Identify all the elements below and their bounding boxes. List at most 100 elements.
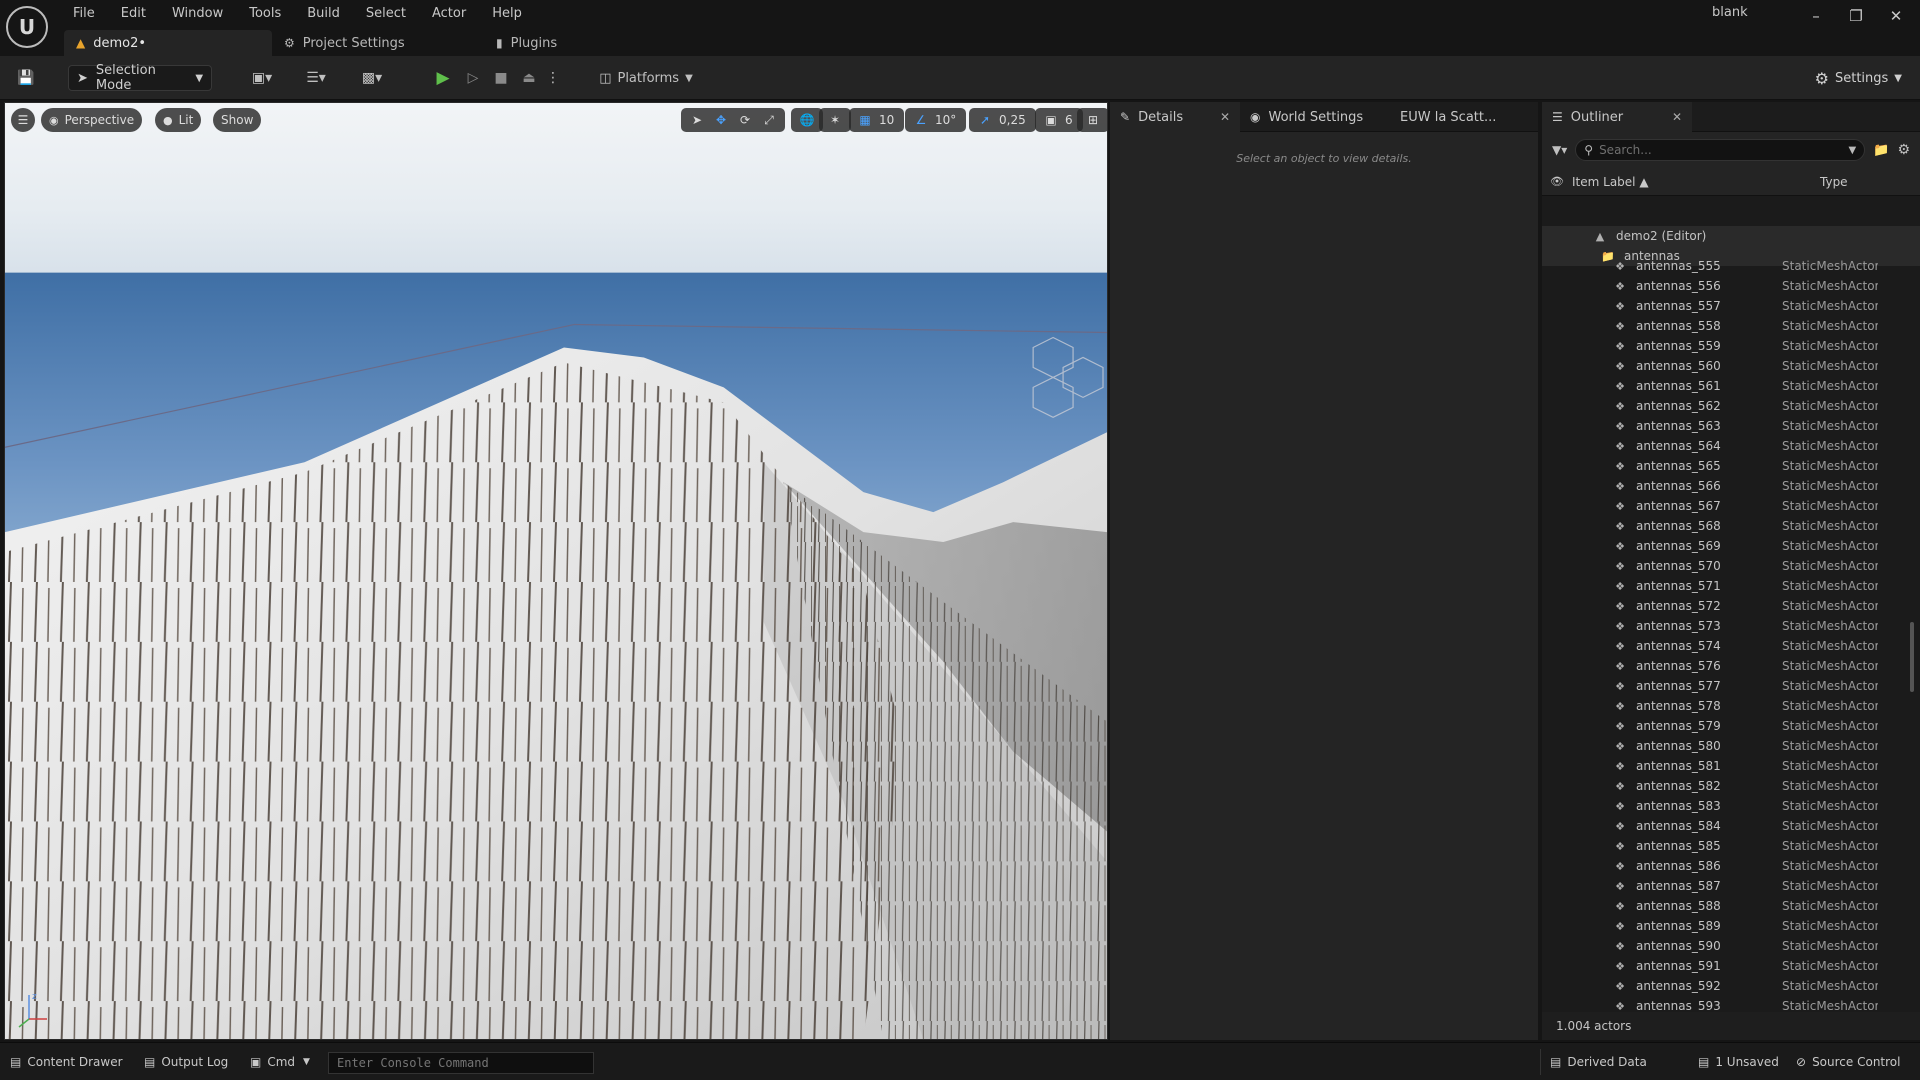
tree-row-actor[interactable]: ❖ antennas_592 StaticMeshActor — [1542, 976, 1920, 996]
perspective-button[interactable]: ◉ Perspective — [41, 108, 143, 132]
console-command-input[interactable] — [328, 1052, 594, 1074]
tree-row-actor[interactable]: ❖ antennas_581 StaticMeshActor — [1542, 756, 1920, 776]
content-drawer-button[interactable]: ▤ Content Drawer — [10, 1050, 123, 1074]
play-icon[interactable]: ▶ — [430, 64, 456, 92]
step-icon[interactable]: ▷ — [460, 64, 486, 92]
tab-level[interactable]: ▲ demo2• — [64, 30, 272, 56]
tree-row-actor[interactable]: ❖ antennas_583 StaticMeshActor — [1542, 796, 1920, 816]
visibility-eye-icon[interactable]: 👁 — [1542, 175, 1572, 188]
level-viewport[interactable]: ☰ ◉ Perspective ● Lit Show ➤ ✥ ⟳ ⤢ 🌐 ✶ ▦… — [4, 102, 1108, 1040]
tree-row-actor[interactable]: ❖ antennas_569 StaticMeshActor — [1542, 536, 1920, 556]
tree-row-actor[interactable]: ❖ antennas_564 StaticMeshActor — [1542, 436, 1920, 456]
camera-speed-control[interactable]: ▣ 6 — [1035, 108, 1083, 132]
tab-outliner[interactable]: ☰ Outliner ✕ — [1542, 102, 1692, 132]
search-chevron-icon[interactable]: ▼ — [1849, 145, 1857, 156]
tree-row-actor[interactable]: ❖ antennas_555 StaticMeshActor — [1542, 256, 1920, 276]
tree-row-actor[interactable]: ❖ antennas_556 StaticMeshActor — [1542, 276, 1920, 296]
tree-row-actor[interactable]: ❖ antennas_559 StaticMeshActor — [1542, 336, 1920, 356]
selection-mode-dropdown[interactable]: ➤ Selection Mode ▼ — [68, 63, 212, 93]
tree-row-actor[interactable]: ❖ antennas_566 StaticMeshActor — [1542, 476, 1920, 496]
tab-plugins[interactable]: ▮ Plugins — [484, 30, 569, 56]
rotate-tool-icon[interactable]: ⟳ — [733, 113, 757, 127]
tree-row-actor[interactable]: ❖ antennas_574 StaticMeshActor — [1542, 636, 1920, 656]
tree-row-actor[interactable]: ❖ antennas_578 StaticMeshActor — [1542, 696, 1920, 716]
select-tool-icon[interactable]: ➤ — [685, 113, 709, 127]
tree-row-actor[interactable]: ❖ antennas_557 StaticMeshActor — [1542, 296, 1920, 316]
menu-select[interactable]: Select — [353, 6, 419, 21]
grid-snap-control[interactable]: ▦ 10 — [849, 108, 905, 132]
add-actor-icon[interactable]: ▣▾ — [242, 64, 282, 92]
filter-icon[interactable]: ▼▾ — [1552, 143, 1567, 157]
source-control-button[interactable]: ⊘ Source Control — [1796, 1050, 1900, 1074]
viewport-menu-icon[interactable]: ☰ — [11, 108, 35, 132]
tree-row-actor[interactable]: ❖ antennas_577 StaticMeshActor — [1542, 676, 1920, 696]
close-window-icon[interactable]: ✕ — [1876, 2, 1916, 30]
output-log-button[interactable]: ▤ Output Log — [144, 1050, 228, 1074]
menu-edit[interactable]: Edit — [108, 6, 159, 21]
tree-row-actor[interactable]: ❖ antennas_580 StaticMeshActor — [1542, 736, 1920, 756]
layout-toggle[interactable]: ⊞ — [1077, 108, 1107, 132]
tree-row-actor[interactable]: ❖ antennas_588 StaticMeshActor — [1542, 896, 1920, 916]
rotation-snap-control[interactable]: ∠ 10° — [905, 108, 967, 132]
menu-build[interactable]: Build — [294, 6, 353, 21]
tree-row-actor[interactable]: ❖ antennas_579 StaticMeshActor — [1542, 716, 1920, 736]
tree-row-actor[interactable]: ❖ antennas_568 StaticMeshActor — [1542, 516, 1920, 536]
menu-tools[interactable]: Tools — [236, 6, 294, 21]
tree-row-actor[interactable]: ❖ antennas_573 StaticMeshActor — [1542, 616, 1920, 636]
tree-row-actor[interactable]: ❖ antennas_576 StaticMeshActor — [1542, 656, 1920, 676]
translate-tool-icon[interactable]: ✥ — [709, 113, 733, 127]
close-details-icon[interactable]: ✕ — [1220, 110, 1230, 124]
tree-row-actor[interactable]: ❖ antennas_561 StaticMeshActor — [1542, 376, 1920, 396]
tree-row-actor[interactable]: ❖ antennas_571 StaticMeshActor — [1542, 576, 1920, 596]
tree-row-actor[interactable]: ❖ antennas_589 StaticMeshActor — [1542, 916, 1920, 936]
outliner-search-input[interactable]: ⚲ Search... ▼ — [1575, 139, 1866, 161]
tab-world-settings[interactable]: ◉ World Settings — [1240, 102, 1390, 132]
tree-row-actor[interactable]: ❖ antennas_584 StaticMeshActor — [1542, 816, 1920, 836]
cmd-dropdown[interactable]: ▣ Cmd ▼ — [250, 1050, 310, 1074]
minimize-icon[interactable]: – — [1796, 2, 1836, 30]
scale-snap-control[interactable]: ➚ 0,25 — [969, 108, 1036, 132]
menu-actor[interactable]: Actor — [419, 6, 479, 21]
tab-details[interactable]: ✎ Details ✕ — [1110, 102, 1240, 132]
tree-row-actor[interactable]: ❖ antennas_582 StaticMeshActor — [1542, 776, 1920, 796]
tree-row-actor[interactable]: ❖ antennas_560 StaticMeshActor — [1542, 356, 1920, 376]
tree-row-actor[interactable]: ❖ antennas_590 StaticMeshActor — [1542, 936, 1920, 956]
outliner-settings-icon[interactable]: ⚙ — [1897, 142, 1910, 158]
tree-row-actor[interactable]: ❖ antennas_558 StaticMeshActor — [1542, 316, 1920, 336]
menu-help[interactable]: Help — [479, 6, 535, 21]
tree-row-actor[interactable]: ❖ antennas_591 StaticMeshActor — [1542, 956, 1920, 976]
settings-dropdown[interactable]: ⚙ Settings ▼ — [1815, 65, 1902, 91]
outliner-scrollbar[interactable] — [1910, 622, 1914, 692]
add-folder-icon[interactable]: 📁 — [1873, 143, 1889, 158]
restore-icon[interactable]: ❐ — [1836, 2, 1876, 30]
column-type[interactable]: Type — [1812, 175, 1848, 189]
tree-row-actor[interactable]: ❖ antennas_585 StaticMeshActor — [1542, 836, 1920, 856]
eject-icon[interactable]: ⏏ — [516, 64, 542, 92]
close-outliner-icon[interactable]: ✕ — [1672, 110, 1682, 124]
more-options-icon[interactable]: ⋮ — [544, 64, 562, 92]
unreal-logo-icon[interactable]: U — [6, 6, 48, 48]
tree-row-root[interactable]: ▲ demo2 (Editor) — [1542, 226, 1920, 246]
derived-data-button[interactable]: ▤ Derived Data — [1550, 1050, 1647, 1074]
tab-project-settings[interactable]: ⚙ Project Settings — [272, 30, 484, 56]
unsaved-button[interactable]: ▤ 1 Unsaved — [1698, 1050, 1779, 1074]
platforms-dropdown[interactable]: ◫ Platforms ▼ — [596, 64, 696, 92]
tree-row-actor[interactable]: ❖ antennas_586 StaticMeshActor — [1542, 856, 1920, 876]
save-icon[interactable]: 💾 — [12, 64, 40, 92]
show-button[interactable]: Show — [213, 108, 262, 132]
scale-tool-icon[interactable]: ⤢ — [757, 113, 781, 128]
tab-euw-scatter[interactable]: EUW la Scatt... — [1390, 102, 1530, 132]
tree-row-actor[interactable]: ❖ antennas_565 StaticMeshActor — [1542, 456, 1920, 476]
scene-render[interactable] — [5, 103, 1107, 1039]
tree-row-actor[interactable]: ❖ antennas_562 StaticMeshActor — [1542, 396, 1920, 416]
tree-row-actor[interactable]: ❖ antennas_587 StaticMeshActor — [1542, 876, 1920, 896]
menu-window[interactable]: Window — [159, 6, 236, 21]
tree-row-actor[interactable]: ❖ antennas_563 StaticMeshActor — [1542, 416, 1920, 436]
outliner-tree[interactable]: ▲ demo2 (Editor) 📁 antennas ❖ antennas_55… — [1542, 226, 1920, 1016]
stop-icon[interactable]: ■ — [488, 64, 514, 92]
tree-row-actor[interactable]: ❖ antennas_572 StaticMeshActor — [1542, 596, 1920, 616]
tree-row-actor[interactable]: ❖ antennas_567 StaticMeshActor — [1542, 496, 1920, 516]
tree-row-actor[interactable]: ❖ antennas_570 StaticMeshActor — [1542, 556, 1920, 576]
blueprint-icon[interactable]: ☰▾ — [296, 64, 336, 92]
cinematics-icon[interactable]: ▩▾ — [352, 64, 392, 92]
